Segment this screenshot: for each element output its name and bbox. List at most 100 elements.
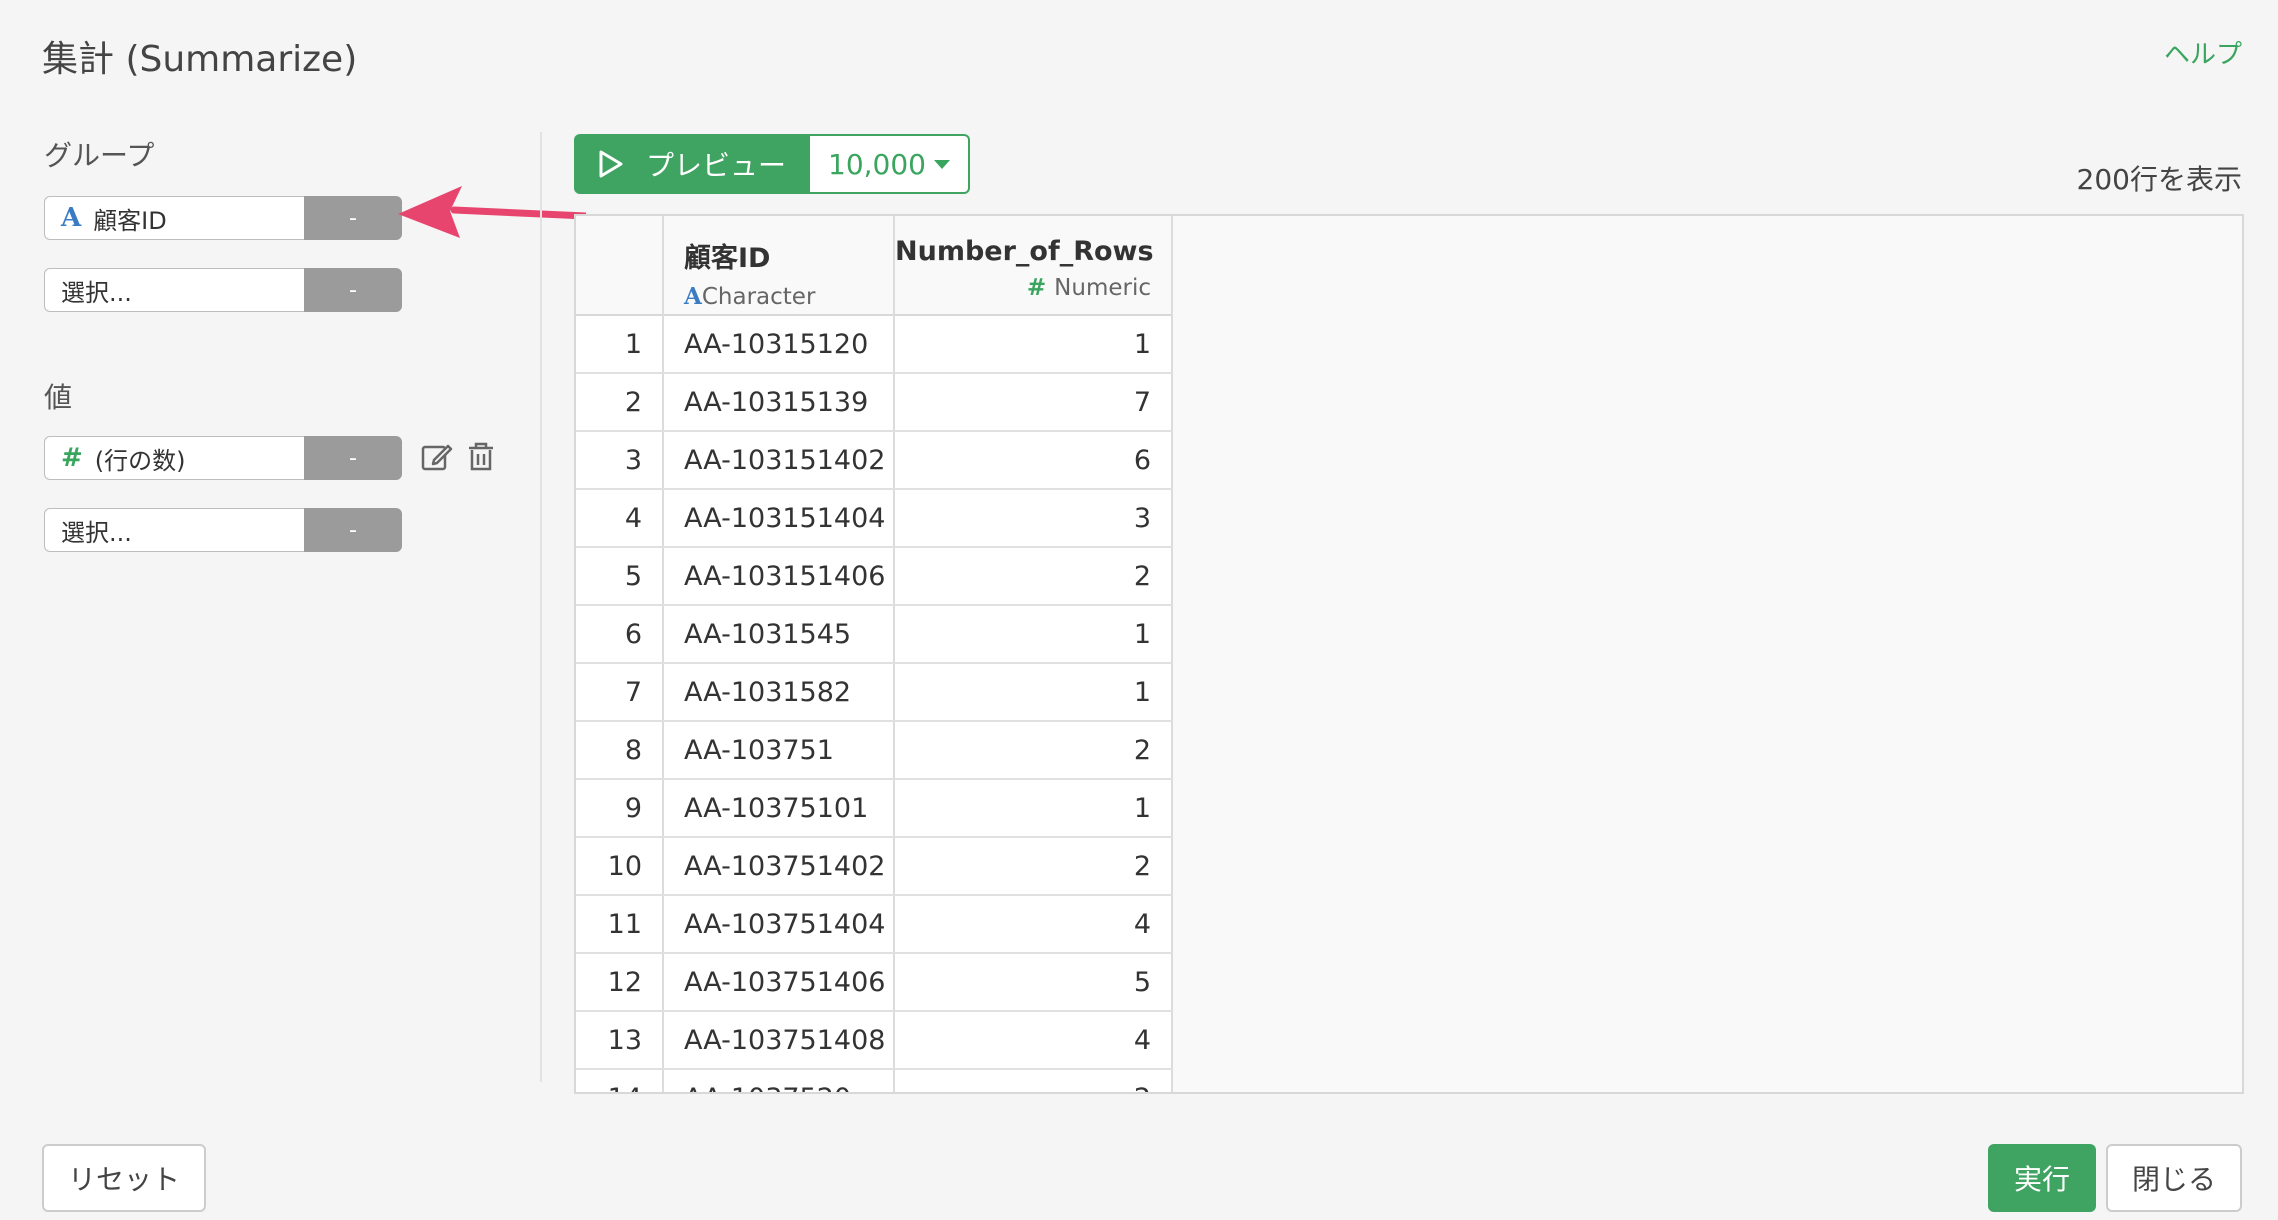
customer-id-cell: AA-10315139 [664,374,895,430]
remove-value-field-button[interactable]: - [304,508,402,552]
row-number-cell: 12 [576,954,664,1010]
numeric-type-icon: # [61,443,83,473]
group-field-row-2: 選択... - [44,268,402,312]
group-field-placeholder: 選択... [61,278,132,307]
row-count-cell: 4 [895,896,1173,952]
customer-id-cell: AA-103151402 [664,432,895,488]
table-row: 8 AA-103751 2 [576,722,1173,780]
customer-id-cell: AA-103151404 [664,490,895,546]
group-field-select-empty[interactable]: 選択... [44,268,304,312]
remove-group-field-button[interactable]: - [304,196,402,240]
customer-id-cell: AA-103751404 [664,896,895,952]
table-row: 11 AA-103751404 4 [576,896,1173,954]
table-row: 14AA-10375202 [576,1070,1173,1092]
row-number-cell: 1 [576,316,664,372]
row-number-cell: 5 [576,548,664,604]
row-number-cell: 10 [576,838,664,894]
annotation-arrow-icon [398,186,586,238]
row-count-cell: 2 [895,1070,1173,1092]
row-count-text: 200行を表示 [2076,163,2242,196]
value-field-select[interactable]: # (行の数) [44,436,304,480]
group-field-value: 顧客ID [93,206,167,235]
preview-rows-dropdown[interactable]: 10,000 [810,134,970,194]
table-row: 2 AA-10315139 7 [576,374,1173,432]
table-row: 9 AA-10375101 1 [576,780,1173,838]
preview-button-label: プレビュー [645,149,786,182]
row-count-cell: 2 [895,548,1173,604]
customer-id-cell: AA-103751 [664,722,895,778]
row-number-cell: 9 [576,780,664,836]
play-icon [599,150,623,178]
value-field-select-empty[interactable]: 選択... [44,508,304,552]
value-field-value: (行の数) [94,446,186,475]
group-section-label: グループ [44,139,155,172]
reset-button[interactable]: リセット [42,1144,206,1212]
caret-down-icon [933,159,950,169]
row-number-cell: 4 [576,490,664,546]
table-row: 4 AA-103151404 3 [576,490,1173,548]
edit-icon[interactable] [420,440,454,474]
row-number-cell: 13 [576,1012,664,1068]
row-count-cell: 1 [895,780,1173,836]
value-field-row-2: 選択... - [44,508,402,552]
table-header: 顧客ID ACharacter Number_of_Rows # Numeric [576,216,1173,316]
run-button[interactable]: 実行 [1988,1144,2096,1212]
customer-id-cell: AA-10315120 [664,316,895,372]
close-button[interactable]: 閉じる [2106,1144,2242,1212]
row-number-cell: 6 [576,606,664,662]
value-field-row-1: # (行の数) - [44,436,402,480]
row-number-cell: 14 [576,1070,664,1092]
table-row: 6 AA-1031545 1 [576,606,1173,664]
table-row: 10 AA-103751402 2 [576,838,1173,896]
row-count-cell: 4 [895,1012,1173,1068]
panel-divider [540,132,542,1082]
row-number-cell: 2 [576,374,664,430]
row-count-cell: 1 [895,606,1173,662]
preview-controls: プレビュー 10,000 [574,134,970,194]
preview-rows-value: 10,000 [828,147,926,181]
customer-id-cell: AA-1031582 [664,664,895,720]
row-count-cell: 6 [895,432,1173,488]
row-number-header [576,216,664,316]
row-count-cell: 1 [895,664,1173,720]
table-row: 7 AA-1031582 1 [576,664,1173,722]
customer-id-cell: AA-103751408 [664,1012,895,1068]
customer-id-cell: AA-103751406 [664,954,895,1010]
column-name: 顧客ID [684,243,771,274]
row-number-cell: 7 [576,664,664,720]
dialog-title: 集計 (Summarize) [42,39,358,80]
row-number-cell: 11 [576,896,664,952]
column-header-number-of-rows[interactable]: Number_of_Rows # Numeric [895,216,1173,316]
column-type-label: Numeric [1054,275,1151,301]
row-number-cell: 3 [576,432,664,488]
row-count-cell: 2 [895,838,1173,894]
column-type: # Numeric [895,275,1151,301]
group-field-select[interactable]: A 顧客ID [44,196,304,240]
column-header-customer-id[interactable]: 顧客ID ACharacter [664,216,895,316]
row-count-cell: 3 [895,490,1173,546]
trash-icon[interactable] [464,440,498,474]
numeric-type-icon: # [1026,275,1047,301]
preview-button[interactable]: プレビュー [574,134,810,194]
remove-value-field-button[interactable]: - [304,436,402,480]
remove-group-field-button[interactable]: - [304,268,402,312]
character-type-icon: A [684,283,702,310]
preview-table[interactable]: 顧客ID ACharacter Number_of_Rows # Numeric … [574,214,2244,1094]
group-field-row-1: A 顧客ID - [44,196,402,240]
table-row: 12 AA-103751406 5 [576,954,1173,1012]
column-type: ACharacter [684,283,893,310]
table-row: 3 AA-103151402 6 [576,432,1173,490]
customer-id-cell: AA-103151406 [664,548,895,604]
table-row: 1 AA-10315120 1 [576,316,1173,374]
table-row: 13 AA-103751408 4 [576,1012,1173,1070]
customer-id-cell: AA-1031545 [664,606,895,662]
character-type-icon: A [61,203,82,233]
table-row: 5 AA-103151406 2 [576,548,1173,606]
customer-id-cell: AA-103751402 [664,838,895,894]
column-name: Number_of_Rows [895,236,1154,267]
customer-id-cell: AA-10375101 [664,780,895,836]
help-link[interactable]: ヘルプ [2164,34,2242,71]
row-number-cell: 8 [576,722,664,778]
value-field-placeholder: 選択... [61,518,132,547]
customer-id-cell: AA-1037520 [664,1070,895,1092]
